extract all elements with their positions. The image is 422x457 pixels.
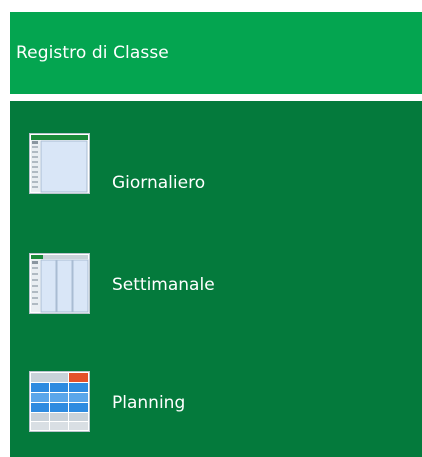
navigation-menu: Giornaliero Settimanale Planning: [10, 101, 422, 457]
menu-item-planning[interactable]: Planning: [10, 359, 422, 449]
menu-item-giornaliero[interactable]: Giornaliero: [10, 123, 422, 213]
menu-item-label: Planning: [112, 393, 186, 413]
weekly-register-icon: [29, 253, 90, 314]
menu-item-settimanale[interactable]: Settimanale: [10, 245, 422, 335]
header-bar[interactable]: Registro di Classe: [10, 12, 422, 94]
page-title: Registro di Classe: [16, 43, 169, 63]
app-window: Registro di Classe Giornaliero Settimana…: [0, 0, 422, 457]
daily-register-icon: [29, 133, 90, 194]
menu-item-label: Giornaliero: [112, 173, 206, 193]
menu-item-label: Settimanale: [112, 275, 215, 295]
planning-grid-icon: [29, 371, 90, 432]
